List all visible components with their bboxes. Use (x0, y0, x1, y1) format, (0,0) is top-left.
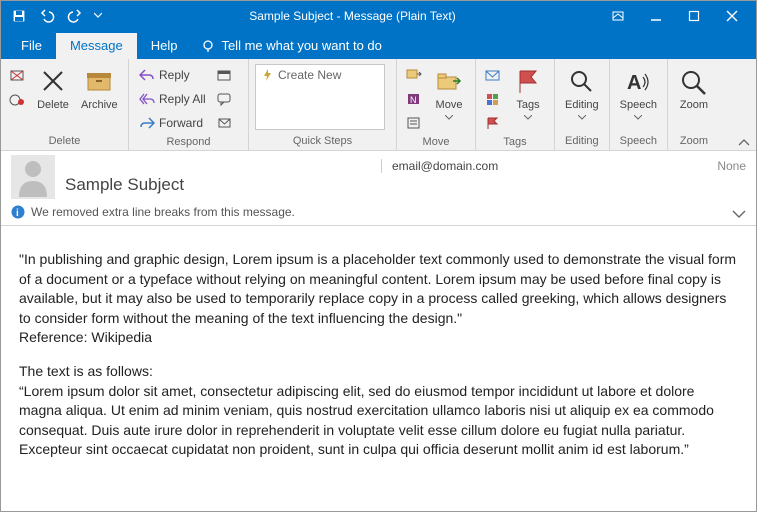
move-button[interactable]: Move (429, 64, 469, 127)
archive-label: Archive (81, 99, 118, 112)
archive-button[interactable]: Archive (77, 64, 122, 114)
lightning-icon (262, 69, 274, 81)
reply-icon (139, 68, 155, 82)
message-header: email@domain.com None Sample Subject i W… (1, 151, 756, 226)
actions-icon[interactable] (403, 112, 425, 134)
svg-text:A: A (627, 72, 641, 94)
delete-label: Delete (37, 99, 69, 112)
ribbon-display-icon[interactable] (600, 4, 636, 28)
group-quicksteps-label: Quick Steps (255, 133, 390, 150)
tellme-search[interactable]: Tell me what you want to do (191, 38, 391, 59)
sender-email: email@domain.com (381, 159, 498, 173)
group-delete-label: Delete (7, 133, 122, 150)
tab-message[interactable]: Message (56, 33, 137, 59)
tags-button[interactable]: Tags (508, 64, 548, 127)
ribbon-tabs: File Message Help Tell me what you want … (1, 31, 756, 59)
move-label: Move (436, 99, 463, 125)
lightbulb-icon (201, 39, 215, 53)
body-paragraph-2: The text is as follows: “Lorem ipsum dol… (19, 362, 738, 460)
qat-customize-icon[interactable] (91, 4, 105, 28)
meeting-icon[interactable] (214, 64, 236, 86)
reply-all-icon (139, 92, 155, 106)
archive-icon (83, 66, 115, 98)
ribbon: Delete Archive Delete Reply Reply All Fo… (1, 59, 756, 151)
minimize-icon[interactable] (638, 4, 674, 28)
tab-file[interactable]: File (7, 33, 56, 59)
group-editing: Editing Editing (555, 59, 610, 150)
im-icon[interactable] (214, 88, 236, 110)
tab-help[interactable]: Help (137, 33, 192, 59)
rules-icon[interactable] (403, 64, 425, 86)
expand-header-icon[interactable] (732, 209, 746, 219)
editing-label: Editing (565, 99, 599, 125)
close-icon[interactable] (714, 4, 750, 28)
info-icon: i (11, 205, 25, 219)
body-paragraph-1: "In publishing and graphic design, Lorem… (19, 250, 738, 348)
window-title: Sample Subject - Message (Plain Text) (105, 9, 600, 23)
quick-access-toolbar (7, 4, 105, 28)
save-icon[interactable] (7, 4, 31, 28)
group-respond-label: Respond (135, 134, 242, 151)
categorize-icon[interactable] (482, 88, 504, 110)
group-move: N Move Move (397, 59, 476, 150)
zoom-button[interactable]: Zoom (674, 64, 714, 114)
group-tags-label: Tags (482, 134, 548, 151)
find-icon (566, 66, 598, 98)
group-zoom-label: Zoom (674, 133, 714, 150)
svg-text:N: N (410, 95, 417, 105)
window-controls (600, 4, 750, 28)
reply-button[interactable]: Reply (135, 64, 210, 86)
group-quicksteps: Create New Quick Steps (249, 59, 397, 150)
tags-label: Tags (516, 99, 539, 125)
message-subject: Sample Subject (65, 175, 746, 195)
group-editing-label: Editing (561, 133, 603, 150)
editing-button[interactable]: Editing (561, 64, 603, 127)
flag-icon (512, 66, 544, 98)
sensitivity-label: None (717, 159, 746, 173)
followup-icon[interactable] (482, 112, 504, 134)
delete-icon (37, 66, 69, 98)
group-speech: A Speech Speech (610, 59, 668, 150)
move-icon (433, 66, 465, 98)
forward-button[interactable]: Forward (135, 112, 210, 134)
group-zoom: Zoom Zoom (668, 59, 720, 150)
quicksteps-gallery[interactable]: Create New (255, 64, 385, 130)
read-aloud-icon: A (622, 66, 654, 98)
info-bar[interactable]: i We removed extra line breaks from this… (11, 201, 746, 219)
unread-icon[interactable] (482, 64, 504, 86)
group-respond: Reply Reply All Forward Respond (129, 59, 249, 150)
junk-icon[interactable] (7, 88, 29, 110)
onenote-icon[interactable]: N (403, 88, 425, 110)
titlebar: Sample Subject - Message (Plain Text) (1, 1, 756, 31)
speech-button[interactable]: A Speech (616, 64, 661, 127)
quickstep-create-new: Create New (278, 68, 341, 82)
undo-icon[interactable] (35, 4, 59, 28)
maximize-icon[interactable] (676, 4, 712, 28)
group-move-label: Move (403, 134, 469, 151)
reply-all-button[interactable]: Reply All (135, 88, 210, 110)
message-body[interactable]: "In publishing and graphic design, Lorem… (1, 226, 756, 494)
zoom-label: Zoom (680, 99, 708, 112)
group-delete: Delete Archive Delete (1, 59, 129, 150)
collapse-ribbon-icon[interactable] (738, 138, 750, 148)
group-speech-label: Speech (616, 133, 661, 150)
group-tags: Tags Tags (476, 59, 555, 150)
zoom-icon (678, 66, 710, 98)
info-bar-text: We removed extra line breaks from this m… (31, 205, 295, 219)
tellme-label: Tell me what you want to do (221, 38, 381, 53)
speech-label: Speech (620, 99, 657, 125)
ignore-icon[interactable] (7, 64, 29, 86)
more-respond-icon[interactable] (214, 112, 236, 134)
redo-icon[interactable] (63, 4, 87, 28)
forward-icon (139, 116, 155, 130)
delete-button[interactable]: Delete (33, 64, 73, 114)
svg-text:i: i (16, 208, 19, 219)
